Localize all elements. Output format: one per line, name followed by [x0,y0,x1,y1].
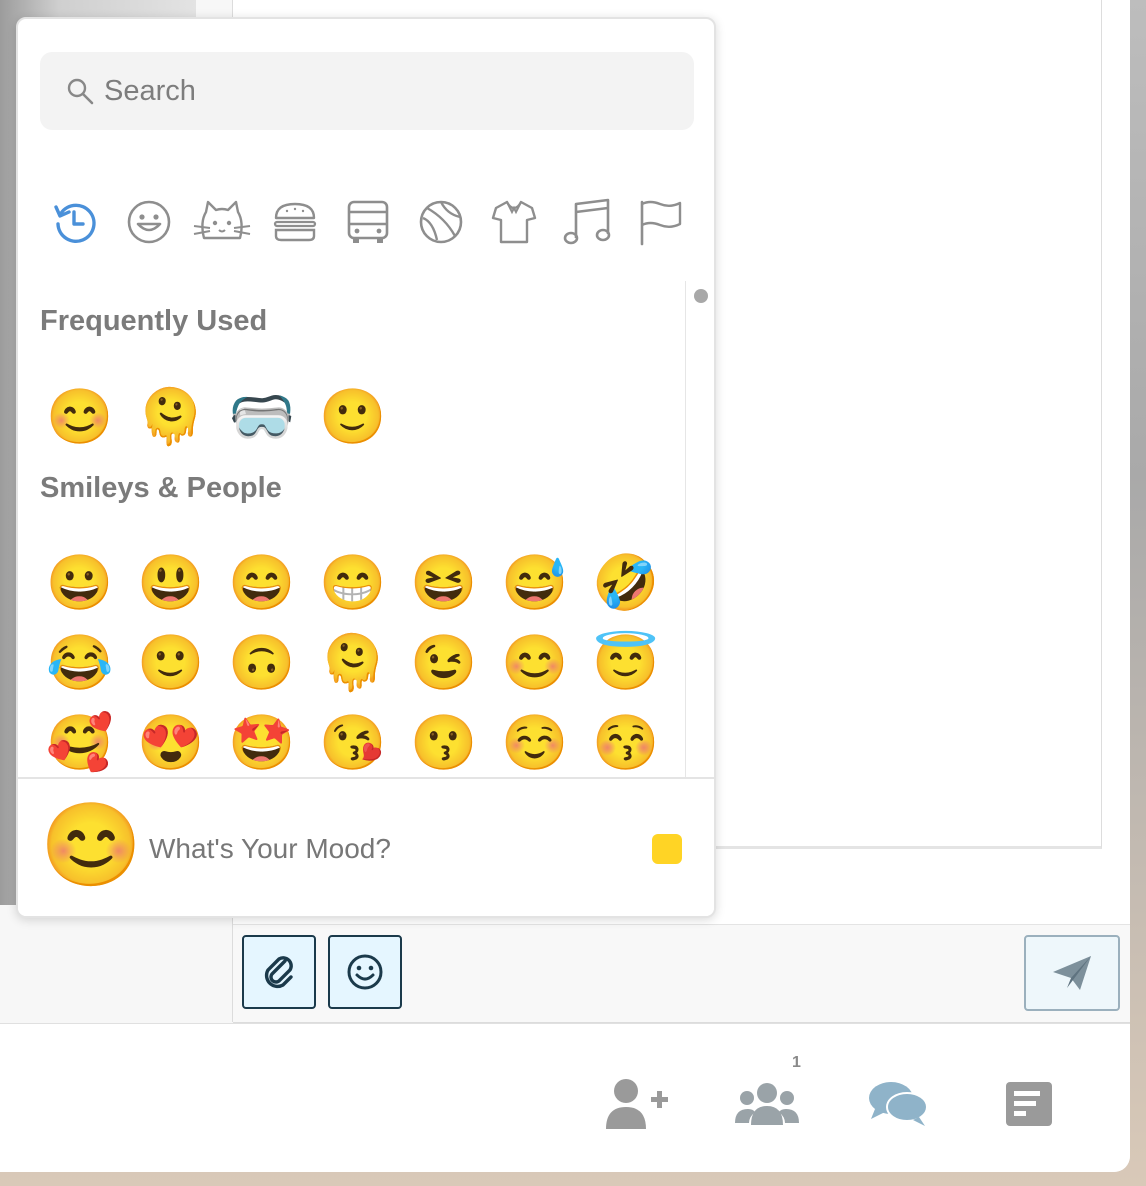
category-symbols[interactable] [551,187,623,257]
emoji-button[interactable]: 🙃 [220,625,304,701]
category-flags[interactable] [624,187,696,257]
emoji-button[interactable]: 🫠 [311,625,395,701]
emoji-button[interactable]: 😘 [311,705,395,777]
emoji-list[interactable]: Frequently Used 😊 🫠 🥽 🙂 Smileys & People 😀 😃… [18,281,686,777]
smiley-icon [347,954,383,990]
emoji-button[interactable]: 😊 [38,379,122,455]
emoji-search-box[interactable] [40,52,694,130]
scrollbar-thumb[interactable] [694,289,708,303]
recent-icon [54,203,96,243]
chat-bubbles-icon [869,1082,928,1126]
emoji-picker: Frequently Used 😊🫠🥽🙂 Smileys & People 😀😃… [16,17,716,918]
emoji-button[interactable]: 🤩 [220,705,304,777]
paper-plane-icon [1053,956,1091,990]
emoji-button[interactable] [328,935,402,1009]
bottom-navigation: 1 [0,1023,1130,1172]
attach-button[interactable] [242,935,316,1009]
emoji-category-bar [40,187,700,257]
notes-button[interactable] [996,1076,1062,1132]
flag-icon [640,200,682,246]
emoji-button[interactable]: 😂 [38,625,122,701]
emoji-button[interactable]: ☺️ [493,705,577,777]
users-icon [735,1083,799,1125]
emoji-button[interactable]: 😚 [584,705,668,777]
emoji-button[interactable]: 🙂 [311,379,395,455]
skin-tone-selector[interactable] [652,834,682,864]
emoji-button[interactable]: 😍 [129,705,213,777]
add-participant-button[interactable] [604,1076,670,1132]
send-button[interactable] [1024,935,1120,1011]
emoji-button[interactable]: 😗 [402,705,486,777]
paperclip-icon [264,956,293,989]
section-title-frequently-used: Frequently Used [40,305,268,337]
emoji-button[interactable]: 🥽 [220,379,304,455]
emoji-button[interactable]: 🙂 [129,625,213,701]
category-activities[interactable] [405,187,477,257]
cat-icon [193,200,251,240]
participants-count-badge: 1 [792,1054,801,1071]
document-icon [1006,1082,1052,1126]
emoji-picker-footer: 😊 What's Your Mood? [18,777,714,916]
emoji-button[interactable]: 😃 [129,545,213,621]
emoji-button[interactable]: 😅 [493,545,577,621]
smiley-icon [127,200,171,244]
category-smileys[interactable] [113,187,185,257]
emoji-button[interactable]: 😊 [493,625,577,701]
category-objects[interactable] [478,187,550,257]
preview-emoji: 😊 [40,800,143,891]
section-title-smileys: Smileys & People [40,472,282,504]
mood-text: What's Your Mood? [149,833,391,864]
tshirt-icon [491,200,537,244]
add-user-icon [606,1079,668,1129]
emoji-button[interactable]: 😁 [311,545,395,621]
category-recent[interactable] [40,187,112,257]
emoji-button[interactable]: 😇 [584,625,668,701]
burger-icon [273,202,317,242]
emoji-scrollbar[interactable] [685,281,714,777]
emoji-search-input[interactable] [102,73,666,109]
emoji-button[interactable]: 😉 [402,625,486,701]
search-icon [67,78,94,105]
emoji-button[interactable]: 😄 [220,545,304,621]
bus-icon [347,200,389,243]
chat-button[interactable] [865,1076,931,1132]
category-food[interactable] [259,187,331,257]
emoji-button[interactable]: 🫠 [129,379,213,455]
music-note-icon [563,198,611,245]
category-animals[interactable] [186,187,258,257]
category-travel[interactable] [332,187,404,257]
left-pane-bottom [0,905,232,1023]
participants-button[interactable] [734,1076,800,1132]
emoji-button[interactable]: 😀 [38,545,122,621]
emoji-button[interactable]: 😆 [402,545,486,621]
composer-toolbar [233,925,1130,1023]
emoji-button[interactable]: 🥰 [38,705,122,777]
ball-icon [419,200,463,244]
emoji-button[interactable]: 🤣 [584,545,668,621]
